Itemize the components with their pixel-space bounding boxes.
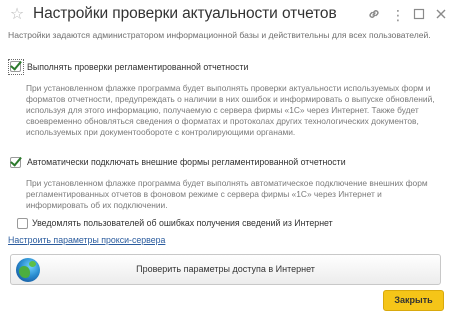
notify-users-label[interactable]: Уведомлять пользователей об ошибках полу… (32, 218, 333, 228)
link-icon[interactable] (366, 7, 382, 23)
perform-checks-checkbox[interactable] (10, 61, 21, 72)
auto-connect-forms-checkbox[interactable] (10, 157, 21, 168)
perform-checks-description: При установленном флажке программа будет… (26, 83, 435, 137)
auto-connect-forms-description: При установленном флажке программа будет… (26, 178, 428, 210)
check-internet-access-button[interactable]: Проверить параметры доступа в Интернет (10, 254, 441, 285)
admin-note: Настройки задаются администратором инфор… (8, 30, 431, 40)
check-internet-access-label: Проверить параметры доступа в Интернет (136, 264, 315, 274)
more-icon[interactable]: ⋮ (390, 7, 406, 23)
star-icon[interactable]: ☆ (8, 6, 26, 24)
notify-users-checkbox[interactable] (17, 218, 28, 229)
close-button[interactable]: Закрыть (383, 290, 444, 311)
window-title: Настройки проверки актуальности отчетов (33, 5, 337, 22)
title-bar: ☆ Настройки проверки актуальности отчето… (0, 0, 458, 32)
close-icon[interactable] (433, 7, 449, 23)
auto-connect-forms-label[interactable]: Автоматически подключать внешние формы р… (27, 157, 346, 167)
maximize-icon[interactable] (411, 7, 427, 23)
proxy-settings-link[interactable]: Настроить параметры прокси-сервера (8, 235, 165, 245)
perform-checks-label[interactable]: Выполнять проверки регламентированной от… (27, 62, 248, 72)
